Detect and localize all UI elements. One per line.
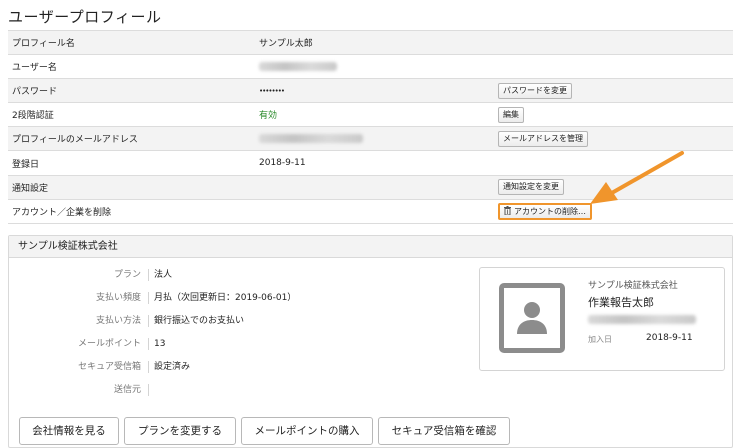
notifications-label: 通知設定 <box>8 174 255 200</box>
profile-name-value: サンプル太郎 <box>255 29 494 55</box>
change-password-button[interactable]: パスワードを変更 <box>498 82 572 99</box>
registered-value: 2018-9-11 <box>255 150 494 176</box>
card-member-name: 作業報告太郎 <box>588 296 654 309</box>
billing-cycle-divider <box>148 292 149 304</box>
plan-label: プラン <box>113 270 141 280</box>
registered-label: 登録日 <box>8 150 255 176</box>
trash-icon <box>504 205 511 215</box>
two-factor-value: 有効 <box>255 102 494 127</box>
username-label: ユーザー名 <box>8 54 255 79</box>
detail-sender: 送信元 <box>9 381 469 399</box>
password-value: •••••••• <box>255 78 494 103</box>
avatar-silhouette <box>517 302 547 334</box>
username-action-cell <box>494 54 733 79</box>
card-join-date-label: 加入日 <box>588 335 612 344</box>
row-profile-name: プロフィール名 サンプル太郎 <box>8 29 733 55</box>
delete-account-value <box>255 198 494 224</box>
password-label: パスワード <box>8 78 255 103</box>
delete-account-label: アカウント／企業を削除 <box>8 198 255 224</box>
detail-secure-inbox: セキュア受信箱 設定済み <box>9 358 469 376</box>
company-panel-header: サンプル検証株式会社 <box>9 236 732 258</box>
detail-mail-points: メールポイント 13 <box>9 335 469 353</box>
user-avatar-icon <box>499 283 565 353</box>
buy-mail-points-button[interactable]: メールポイントの購入 <box>241 417 373 445</box>
profile-name-label: プロフィール名 <box>8 29 255 55</box>
change-notifications-button[interactable]: 通知設定を変更 <box>498 179 564 196</box>
email-value <box>255 126 494 151</box>
password-action-cell: パスワードを変更 <box>494 78 733 103</box>
email-redacted <box>259 133 363 143</box>
mail-points-value: 13 <box>154 339 166 349</box>
view-company-button[interactable]: 会社情報を見る <box>19 417 119 445</box>
billing-cycle-value: 月払（次回更新日：2019-06-01） <box>154 293 297 303</box>
billing-cycle-label: 支払い頻度 <box>95 293 141 303</box>
sender-label: 送信元 <box>113 385 141 395</box>
row-username: ユーザー名 <box>8 54 733 79</box>
username-redacted <box>259 61 337 71</box>
mail-points-label: メールポイント <box>77 339 141 349</box>
secure-inbox-divider <box>148 361 149 373</box>
email-action-cell: メールアドレスを管理 <box>494 126 733 151</box>
row-two-factor: 2段階認証 有効 編集 <box>8 102 733 127</box>
secure-inbox-label: セキュア受信箱 <box>78 362 141 372</box>
card-email-redacted <box>588 315 696 324</box>
mail-points-divider <box>148 338 149 350</box>
plan-value: 法人 <box>154 270 173 280</box>
member-card: サンプル検証株式会社 作業報告太郎 加入日 2018-9-11 <box>479 267 725 371</box>
plan-divider <box>148 269 149 281</box>
edit-two-factor-button[interactable]: 編集 <box>498 106 524 123</box>
payment-method-value: 銀行振込でのお支払い <box>154 316 245 326</box>
email-label: プロフィールのメールアドレス <box>8 126 255 151</box>
row-password: パスワード •••••••• パスワードを変更 <box>8 78 733 103</box>
change-plan-button[interactable]: プランを変更する <box>124 417 236 445</box>
two-factor-action-cell: 編集 <box>494 102 733 127</box>
card-company-name: サンプル検証株式会社 <box>588 281 678 291</box>
payment-method-divider <box>148 315 149 327</box>
secure-inbox-value: 設定済み <box>154 362 191 372</box>
username-value <box>255 54 494 79</box>
detail-plan: プラン 法人 <box>9 266 469 284</box>
delete-account-button-label: アカウントの削除… <box>514 206 586 216</box>
check-secure-inbox-button[interactable]: セキュア受信箱を確認 <box>378 417 510 445</box>
company-panel: サンプル検証株式会社 プラン 法人 支払い頻度 月払（次回更新日：2019-06… <box>8 235 733 448</box>
sender-divider <box>148 384 149 396</box>
manage-email-button[interactable]: メールアドレスを管理 <box>498 130 588 147</box>
notifications-value <box>255 174 494 200</box>
detail-payment-method: 支払い方法 銀行振込でのお支払い <box>9 312 469 330</box>
payment-method-label: 支払い方法 <box>95 316 141 326</box>
two-factor-label: 2段階認証 <box>8 102 255 127</box>
page-title: ユーザープロフィール <box>8 8 162 26</box>
delete-account-button[interactable]: アカウントの削除… <box>498 202 592 220</box>
arrow-icon <box>590 151 684 204</box>
detail-billing-cycle: 支払い頻度 月払（次回更新日：2019-06-01） <box>9 289 469 307</box>
card-join-date: 2018-9-11 <box>646 333 693 343</box>
profile-name-action-cell <box>494 29 733 55</box>
row-email: プロフィールのメールアドレス メールアドレスを管理 <box>8 126 733 151</box>
